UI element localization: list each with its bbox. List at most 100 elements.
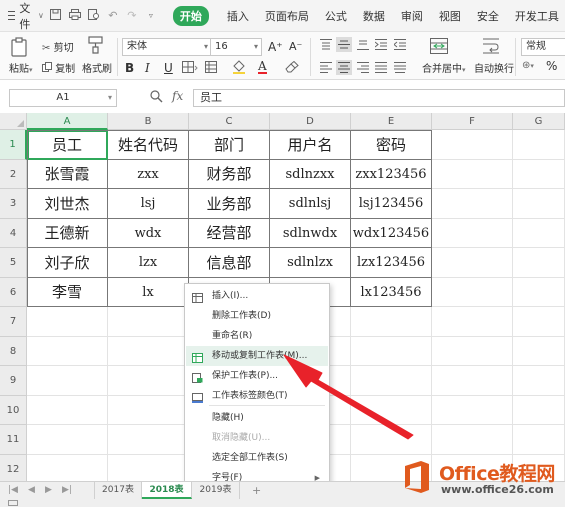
empty-cell[interactable] bbox=[432, 130, 513, 160]
row-header-8[interactable]: 8 bbox=[0, 337, 27, 366]
copy-button[interactable]: 复制 bbox=[42, 60, 75, 75]
table-cell[interactable]: wdx bbox=[108, 219, 189, 248]
cut-button[interactable]: ✂ 剪切 bbox=[42, 39, 74, 54]
redo-icon[interactable]: ↷ bbox=[126, 9, 138, 22]
table-cell[interactable]: 业务部 bbox=[189, 189, 270, 219]
tab-data[interactable]: 数据 bbox=[363, 8, 385, 24]
wrap-text-button[interactable]: 自动换行 bbox=[474, 60, 514, 75]
table-cell[interactable]: lsj123456 bbox=[351, 189, 432, 219]
sheet-tab-2019[interactable]: 2019表 bbox=[192, 482, 240, 499]
number-format-select[interactable]: 常规 bbox=[521, 38, 565, 56]
outdent-button[interactable] bbox=[393, 39, 406, 53]
table-cell[interactable]: sdlnlzx bbox=[270, 248, 351, 278]
row-header-2[interactable]: 2 bbox=[0, 160, 27, 189]
undo-icon[interactable]: ↶ bbox=[107, 9, 119, 22]
tab-developer[interactable]: 开发工具 bbox=[515, 8, 559, 24]
table-cell[interactable]: 刘世杰 bbox=[27, 189, 108, 219]
column-header-b[interactable]: B bbox=[108, 113, 189, 130]
empty-cell[interactable] bbox=[108, 396, 189, 425]
align-right-button[interactable] bbox=[357, 62, 369, 76]
empty-cell[interactable] bbox=[513, 130, 565, 160]
next-sheet-icon[interactable]: ▶ bbox=[45, 485, 52, 495]
cell-style-button[interactable] bbox=[205, 61, 223, 76]
italic-button[interactable]: I bbox=[145, 61, 150, 75]
align-middle-button[interactable] bbox=[336, 37, 352, 52]
empty-cell[interactable] bbox=[513, 219, 565, 248]
empty-cell[interactable] bbox=[27, 396, 108, 425]
empty-cell[interactable] bbox=[108, 337, 189, 366]
print-preview-icon[interactable] bbox=[87, 8, 100, 23]
align-bottom-button[interactable] bbox=[357, 39, 369, 53]
fx-button[interactable]: fx bbox=[172, 89, 183, 103]
empty-cell[interactable] bbox=[351, 307, 432, 337]
tab-view[interactable]: 视图 bbox=[439, 8, 461, 24]
font-color-button[interactable]: A bbox=[258, 59, 267, 74]
table-cell[interactable]: sdlnlsj bbox=[270, 189, 351, 219]
empty-cell[interactable] bbox=[513, 278, 565, 307]
table-cell[interactable]: lx bbox=[108, 278, 189, 307]
align-center-button[interactable] bbox=[336, 60, 352, 75]
table-header-cell[interactable]: 员工 bbox=[27, 130, 108, 160]
empty-cell[interactable] bbox=[513, 248, 565, 278]
distributed-button[interactable] bbox=[394, 62, 406, 76]
empty-cell[interactable] bbox=[432, 248, 513, 278]
underline-button[interactable]: U bbox=[164, 61, 173, 75]
empty-cell[interactable] bbox=[432, 160, 513, 189]
empty-cell[interactable] bbox=[27, 425, 108, 455]
font-size-select[interactable]: 16 ▾ bbox=[210, 38, 262, 56]
empty-cell[interactable] bbox=[27, 337, 108, 366]
percent-button[interactable]: % bbox=[546, 59, 557, 73]
empty-cell[interactable] bbox=[432, 337, 513, 366]
table-cell[interactable]: 李雪 bbox=[27, 278, 108, 307]
clear-button[interactable] bbox=[285, 60, 301, 76]
row-header-1[interactable]: 1 bbox=[0, 130, 27, 160]
file-menu[interactable]: 文件 ∨ bbox=[8, 0, 44, 32]
select-all-corner[interactable] bbox=[0, 113, 27, 130]
table-cell[interactable]: zxx bbox=[108, 160, 189, 189]
empty-cell[interactable] bbox=[432, 396, 513, 425]
font-name-select[interactable]: 宋体 ▾ bbox=[122, 38, 212, 56]
sheet-tab-2017[interactable]: 2017表 bbox=[94, 482, 142, 499]
row-header-9[interactable]: 9 bbox=[0, 366, 27, 396]
tab-security[interactable]: 安全 bbox=[477, 8, 499, 24]
empty-cell[interactable] bbox=[108, 366, 189, 396]
empty-cell[interactable] bbox=[432, 307, 513, 337]
row-header-3[interactable]: 3 bbox=[0, 189, 27, 219]
borders-button[interactable] bbox=[182, 61, 198, 76]
table-header-cell[interactable]: 用户名 bbox=[270, 130, 351, 160]
indent-button[interactable] bbox=[374, 39, 387, 53]
tab-review[interactable]: 审阅 bbox=[401, 8, 423, 24]
format-painter-icon[interactable] bbox=[88, 36, 104, 57]
row-header-12[interactable]: 12 bbox=[0, 455, 27, 484]
empty-cell[interactable] bbox=[513, 189, 565, 219]
context-menu-item[interactable]: 插入(I)... bbox=[186, 286, 328, 306]
table-cell[interactable]: lzx123456 bbox=[351, 248, 432, 278]
column-header-f[interactable]: F bbox=[432, 113, 513, 130]
table-cell[interactable]: 张雪霞 bbox=[27, 160, 108, 189]
table-cell[interactable]: 财务部 bbox=[189, 160, 270, 189]
first-sheet-icon[interactable]: |◀ bbox=[8, 485, 18, 495]
row-header-6[interactable]: 6 bbox=[0, 278, 27, 307]
empty-cell[interactable] bbox=[432, 366, 513, 396]
table-cell[interactable]: lsj bbox=[108, 189, 189, 219]
table-cell[interactable]: 王德新 bbox=[27, 219, 108, 248]
fill-color-button[interactable] bbox=[232, 60, 250, 77]
column-header-e[interactable]: E bbox=[351, 113, 432, 130]
empty-cell[interactable] bbox=[27, 366, 108, 396]
column-header-a[interactable]: A bbox=[27, 113, 108, 130]
currency-button[interactable]: ⊛▾ bbox=[522, 60, 534, 71]
justify-button[interactable] bbox=[375, 62, 387, 76]
empty-cell[interactable] bbox=[432, 219, 513, 248]
save-icon[interactable] bbox=[50, 8, 62, 23]
empty-cell[interactable] bbox=[513, 396, 565, 425]
table-cell[interactable]: lzx bbox=[108, 248, 189, 278]
empty-cell[interactable] bbox=[432, 189, 513, 219]
prev-sheet-icon[interactable]: ◀ bbox=[28, 485, 35, 495]
context-menu-item[interactable]: 选定全部工作表(S) bbox=[186, 448, 328, 468]
empty-cell[interactable] bbox=[513, 307, 565, 337]
table-cell[interactable]: 刘子欣 bbox=[27, 248, 108, 278]
table-cell[interactable]: lx123456 bbox=[351, 278, 432, 307]
paste-button[interactable]: 粘贴▾ bbox=[9, 60, 33, 75]
row-header-11[interactable]: 11 bbox=[0, 425, 27, 455]
wrap-text-icon[interactable] bbox=[482, 38, 500, 57]
